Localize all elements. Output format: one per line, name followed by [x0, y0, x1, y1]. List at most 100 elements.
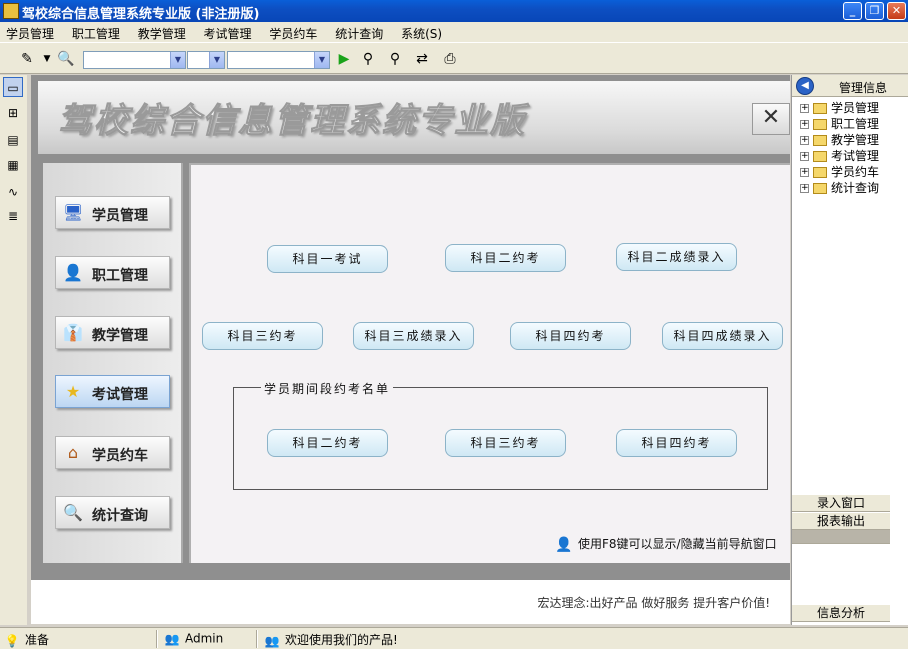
run-icon[interactable]: ▶ [335, 50, 353, 68]
subject4-score-entry-button[interactable]: 科目四成绩录入 [662, 322, 783, 350]
navigation-window: 驾校综合信息管理系统专业版 ✕ 🖥 学员管理 👤 职工管理 👔 教学管理 ★ 考… [31, 75, 790, 580]
subject1-exam-button[interactable]: 科目一考试 [267, 245, 388, 273]
document-icon[interactable]: ▦ [3, 155, 23, 175]
search-icon: 🔍 [63, 503, 83, 522]
status-welcome: 👥 欢迎使用我们的产品! [264, 631, 398, 649]
nav-label: 学员管理 [92, 208, 148, 224]
nav-panel: 🖥 学员管理 👤 职工管理 👔 教学管理 ★ 考试管理 ⌂ 学员约车 🔍 统计查… [43, 163, 183, 563]
find-icon[interactable]: ⚲ [359, 50, 377, 68]
panel-icon[interactable]: ▤ [3, 130, 23, 150]
status-user: 👥 Admin [164, 631, 224, 647]
expand-icon[interactable]: + [800, 168, 809, 177]
toolbar: ✎ ▼ 🔍 ▼ ▼ ▼ ▶ ⚲ ⚲ ⇄ ⎙ [0, 42, 908, 74]
status-text: 准备 [25, 633, 50, 647]
nav-booking-button[interactable]: ⌂ 学员约车 [55, 436, 170, 469]
tree-item-teaching[interactable]: + 教学管理 [800, 131, 879, 147]
nav-student-button[interactable]: 🖥 学员管理 [55, 196, 170, 229]
nav-exam-button[interactable]: ★ 考试管理 [55, 375, 170, 408]
users-icon: 👥 [264, 633, 280, 648]
search-icon[interactable]: 🔍 [57, 50, 75, 68]
nav-label: 考试管理 [92, 387, 148, 403]
back-icon[interactable]: ◀ [796, 77, 814, 95]
find-next-icon[interactable]: ⚲ [386, 50, 404, 68]
refresh-icon[interactable]: ⇄ [413, 50, 431, 68]
user-icon: 👤 [63, 263, 83, 282]
restore-button[interactable]: ❐ [865, 2, 884, 20]
panel-splitter[interactable] [792, 530, 890, 544]
status-ready: 💡 准备 [4, 631, 50, 649]
expand-icon[interactable]: + [800, 136, 809, 145]
tree-item-staff[interactable]: + 职工管理 [800, 115, 879, 131]
folder-icon [813, 183, 827, 194]
group-title: 学员期间段约考名单 [261, 380, 394, 397]
folder-icon [813, 119, 827, 130]
tree-item-statistics[interactable]: + 统计查询 [800, 179, 879, 195]
tree-item-booking[interactable]: + 学员约车 [800, 163, 879, 179]
nav-label: 职工管理 [92, 268, 148, 284]
expand-icon[interactable]: + [800, 152, 809, 161]
subject3-booking-button[interactable]: 科目三约考 [202, 322, 323, 350]
left-toolbar: ▭ ⊞ ▤ ▦ ∿ ≣ [0, 75, 27, 625]
slogan: 宏达理念:出好产品 做好服务 提升客户价值! [537, 596, 770, 610]
f8-hint: 👤 使用F8键可以显示/隐藏当前导航窗口 [555, 535, 777, 554]
expand-icon[interactable]: + [800, 184, 809, 193]
window-icon[interactable]: ▭ [3, 77, 23, 97]
subject3-score-entry-button[interactable]: 科目三成绩录入 [353, 322, 474, 350]
list-icon[interactable]: ≣ [3, 206, 23, 226]
chevron-down-icon[interactable]: ▼ [209, 52, 224, 68]
menu-student[interactable]: 学员管理 [0, 22, 62, 42]
subject4-booking-button[interactable]: 科目四约考 [510, 322, 631, 350]
filter-combo-3[interactable]: ▼ [227, 51, 330, 69]
folder-icon [813, 167, 827, 178]
menu-staff[interactable]: 职工管理 [66, 22, 128, 42]
filter-combo-2[interactable]: ▼ [187, 51, 225, 69]
banner-title: 驾校综合信息管理系统专业版 [58, 101, 526, 142]
info-analysis-button[interactable]: 信息分析 [792, 605, 890, 622]
app-icon [3, 3, 19, 19]
nav-teaching-button[interactable]: 👔 教学管理 [55, 316, 170, 349]
menu-statistics[interactable]: 统计查询 [329, 22, 391, 42]
right-panel: ◀ 管理信息 + 学员管理 + 职工管理 + 教学管理 + 考试管理 + 学员约车 + 统计… [791, 75, 908, 625]
monitor-icon: 🖥 [63, 203, 84, 222]
period-subject3-button[interactable]: 科目三约考 [445, 429, 566, 457]
menu-booking[interactable]: 学员约车 [263, 22, 325, 42]
banner: 驾校综合信息管理系统专业版 ✕ [38, 81, 790, 154]
tree-label: 考试管理 [831, 149, 880, 163]
tree-icon[interactable]: ⊞ [3, 103, 23, 123]
expand-icon[interactable]: + [800, 104, 809, 113]
dropdown-arrow-icon[interactable]: ▼ [38, 50, 56, 68]
filter-combo-1[interactable]: ▼ [83, 51, 186, 69]
nav-statistics-button[interactable]: 🔍 统计查询 [55, 496, 170, 529]
chevron-down-icon[interactable]: ▼ [170, 52, 185, 68]
tree-label: 学员约车 [831, 165, 880, 179]
close-icon[interactable]: ✕ [752, 103, 790, 135]
entry-window-button[interactable]: 录入窗口 [792, 495, 890, 512]
subject2-score-entry-button[interactable]: 科目二成绩录入 [616, 243, 737, 271]
tree-item-exam[interactable]: + 考试管理 [800, 147, 879, 163]
folder-open-icon [813, 103, 827, 114]
hint-text: 使用F8键可以显示/隐藏当前导航窗口 [578, 537, 777, 551]
tree-item-student[interactable]: + 学员管理 [800, 99, 879, 115]
period-subject4-button[interactable]: 科目四约考 [616, 429, 737, 457]
expand-icon[interactable]: + [800, 120, 809, 129]
chart-icon[interactable]: ∿ [3, 182, 23, 202]
menu-exam[interactable]: 考试管理 [198, 22, 260, 42]
divider [256, 630, 258, 648]
close-window-button[interactable]: ✕ [887, 2, 906, 20]
teacher-icon: 👔 [63, 323, 83, 342]
chevron-down-icon[interactable]: ▼ [314, 52, 329, 68]
minimize-button[interactable]: _ [843, 2, 862, 20]
window-title: 驾校综合信息管理系统专业版 (非注册版) [22, 7, 260, 22]
menu-teaching[interactable]: 教学管理 [132, 22, 194, 42]
pencil-icon[interactable]: ✎ [18, 50, 36, 68]
right-panel-header: ◀ 管理信息 [792, 75, 908, 97]
period-subject2-button[interactable]: 科目二约考 [267, 429, 388, 457]
report-output-button[interactable]: 报表输出 [792, 513, 890, 530]
main-area: 驾校综合信息管理系统专业版 ✕ 🖥 学员管理 👤 职工管理 👔 教学管理 ★ 考… [31, 75, 790, 624]
subject2-booking-button[interactable]: 科目二约考 [445, 244, 566, 272]
star-icon: ★ [65, 382, 81, 401]
nav-staff-button[interactable]: 👤 职工管理 [55, 256, 170, 289]
divider [156, 630, 158, 648]
print-icon[interactable]: ⎙ [441, 50, 459, 68]
menu-system[interactable]: 系统(S) [395, 22, 450, 42]
